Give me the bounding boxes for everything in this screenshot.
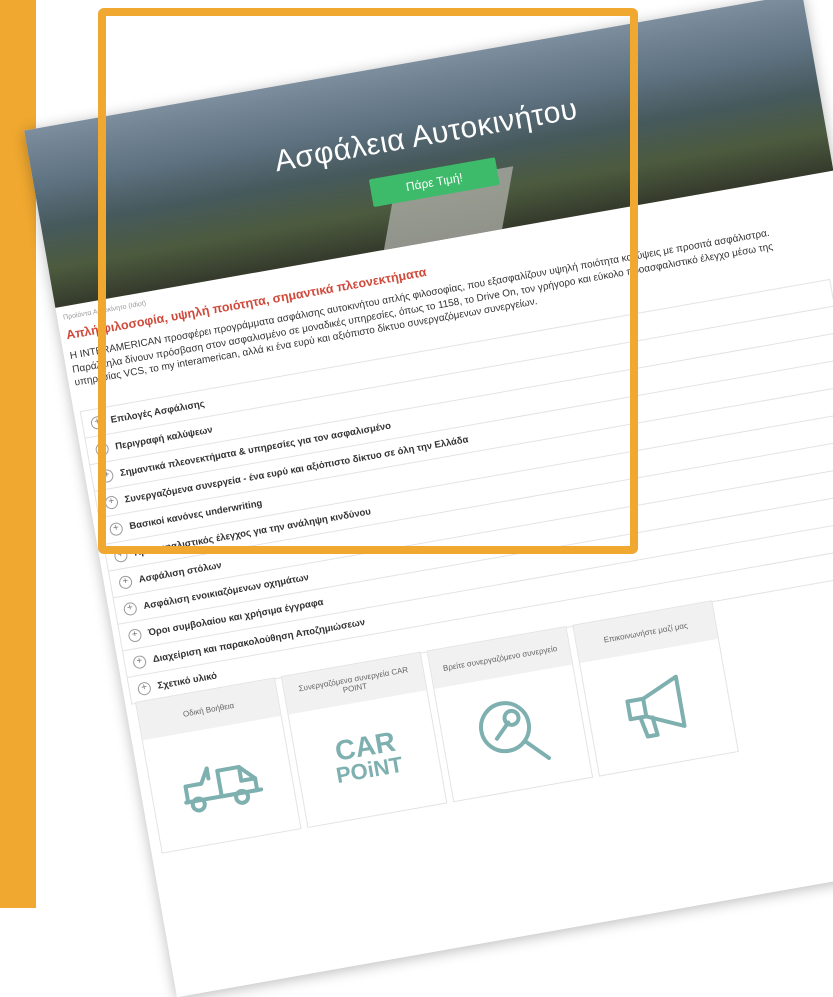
tow-truck-icon — [183, 764, 264, 813]
plus-circle-icon[interactable]: + — [132, 654, 148, 670]
tile-find-garage[interactable]: Βρείτε συνεργαζόμενο συνεργείο — [426, 625, 594, 803]
highlight-frame — [98, 8, 638, 554]
wrench-search-icon — [479, 701, 552, 760]
plus-circle-icon[interactable]: + — [136, 680, 152, 696]
tile-car-point[interactable]: Συνεργαζόμενα συνεργεία CAR POINT CAR PO… — [280, 651, 448, 828]
tile-roadside-assistance[interactable]: Οδική Βοήθεια — [135, 677, 302, 854]
plus-circle-icon[interactable]: + — [127, 627, 143, 643]
plus-circle-icon[interactable]: + — [117, 574, 134, 590]
car-point-logo: CAR POiNT — [332, 725, 405, 788]
plus-circle-icon[interactable]: + — [122, 600, 138, 616]
tile-contact-us[interactable]: Επικοινωνήστε μαζί μας — [572, 600, 739, 777]
megaphone-icon — [625, 674, 687, 739]
